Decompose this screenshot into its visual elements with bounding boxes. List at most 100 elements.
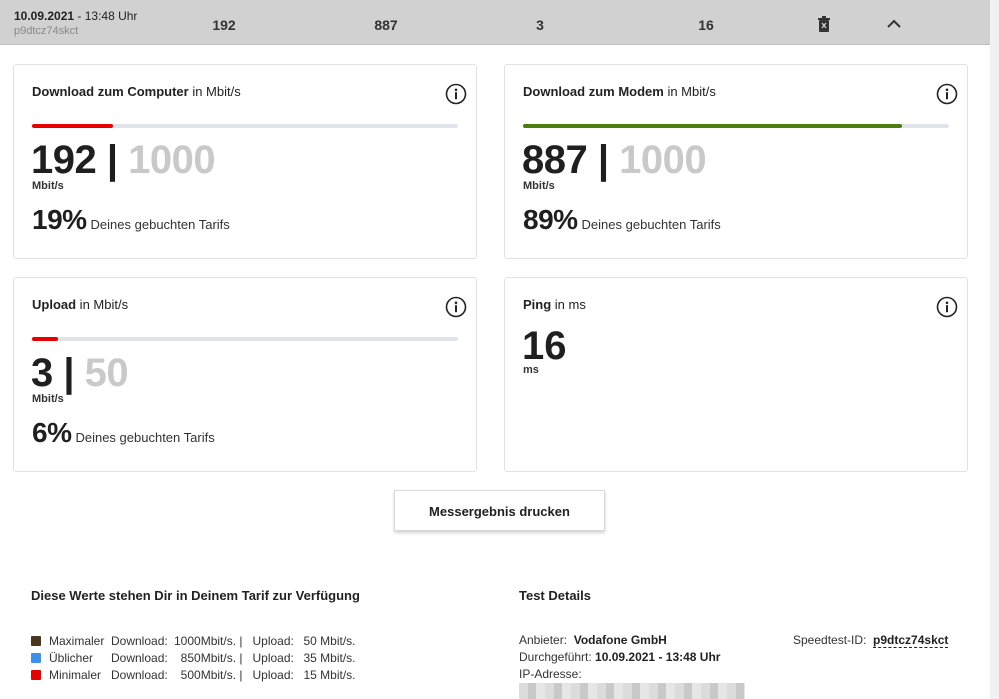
progress-bar bbox=[32, 124, 458, 128]
card-title-bold: Download zum Modem bbox=[523, 84, 664, 99]
upload-label: Upload: bbox=[252, 633, 294, 648]
speed-value: 192 | 1000 bbox=[31, 138, 216, 183]
scrollbar[interactable] bbox=[990, 0, 999, 699]
info-icon[interactable] bbox=[936, 83, 958, 105]
provider-row: Anbieter: Vodafone GmbH bbox=[519, 632, 720, 649]
trash-icon[interactable] bbox=[817, 16, 831, 32]
card-title-unit: in Mbit/s bbox=[188, 84, 241, 99]
percent-label: Deines gebuchten Tarifs bbox=[90, 217, 230, 232]
ip-address-redacted bbox=[519, 683, 745, 699]
details-section-title: Test Details bbox=[519, 588, 592, 603]
download-label: Download: bbox=[111, 667, 168, 682]
ping-unit: ms bbox=[523, 364, 539, 376]
percent-value: 19% bbox=[32, 204, 87, 235]
percent-label: Deines gebuchten Tarifs bbox=[75, 430, 215, 445]
percent-value: 6% bbox=[32, 417, 72, 448]
percent-row: 6% Deines gebuchten Tarifs bbox=[32, 417, 215, 449]
header-ping: 16 bbox=[698, 17, 714, 33]
progress-bar bbox=[32, 337, 458, 341]
measured-value: 3 bbox=[31, 351, 53, 395]
chevron-up-icon[interactable] bbox=[885, 16, 903, 30]
header-upload: 3 bbox=[536, 17, 544, 33]
card-title-bold: Upload bbox=[32, 297, 77, 312]
info-icon[interactable] bbox=[445, 296, 467, 318]
ping-value: 16 bbox=[522, 324, 567, 368]
card-title-bold: Ping bbox=[523, 297, 552, 312]
upload-label: Upload: bbox=[252, 667, 294, 682]
measured-value: 887 bbox=[522, 138, 588, 182]
progress-bar bbox=[523, 124, 949, 128]
card-title: Download zum Computer in Mbit/s bbox=[32, 84, 241, 99]
speed-unit: Mbit/s bbox=[32, 180, 64, 192]
tarif-section-title: Diese Werte stehen Dir in Deinem Tarif z… bbox=[31, 588, 360, 603]
download-label: Download: bbox=[111, 650, 168, 665]
max-value: 1000 bbox=[619, 138, 707, 182]
download-label: Download: bbox=[111, 633, 168, 648]
print-result-button[interactable]: Messergebnis drucken bbox=[394, 490, 605, 531]
speed-unit: Mbit/s bbox=[32, 393, 64, 405]
download-value: 850Mbit/s. | bbox=[180, 650, 243, 665]
percent-value: 89% bbox=[523, 204, 578, 235]
card-title-bold: Download zum Computer bbox=[32, 84, 189, 99]
card-upload: Upload in Mbit/s 3 | 50 Mbit/s 6% Deines … bbox=[13, 277, 477, 472]
tarif-name: Üblicher bbox=[49, 650, 94, 665]
card-title-unit: in Mbit/s bbox=[663, 84, 716, 99]
upload-label: Upload: bbox=[252, 650, 294, 665]
tarif-table: Maximaler Download: 1000Mbit/s. | Upload… bbox=[31, 632, 356, 683]
speedtest-id-row: Speedtest-ID: p9dtcz74skct bbox=[793, 632, 949, 649]
card-download-computer: Download zum Computer in Mbit/s 192 | 10… bbox=[13, 64, 477, 259]
max-value: 50 bbox=[84, 351, 129, 395]
speedtest-id-value[interactable]: p9dtcz74skct bbox=[873, 633, 949, 648]
result-header-row[interactable]: 10.09.2021 - 13:48 Uhr p9dtcz74skct 192 … bbox=[0, 0, 990, 45]
progress-bar-fill bbox=[32, 337, 58, 341]
header-download-computer: 192 bbox=[212, 17, 236, 33]
tarif-row-maximal: Maximaler Download: 1000Mbit/s. | Upload… bbox=[31, 632, 356, 649]
ip-label: IP-Adresse: bbox=[519, 667, 582, 681]
performed-label: Durchgeführt: bbox=[519, 650, 592, 664]
card-title: Ping in ms bbox=[523, 297, 586, 312]
header-test-id: p9dtcz74skct bbox=[14, 25, 79, 37]
card-title: Upload in Mbit/s bbox=[32, 297, 128, 312]
legend-swatch bbox=[31, 670, 41, 681]
test-details: Anbieter: Vodafone GmbH Durchgeführt: 10… bbox=[519, 632, 720, 683]
percent-label: Deines gebuchten Tarifs bbox=[581, 217, 721, 232]
percent-row: 19% Deines gebuchten Tarifs bbox=[32, 204, 230, 236]
tarif-name: Minimaler bbox=[49, 667, 102, 682]
upload-value: 35 Mbit/s. bbox=[303, 650, 356, 665]
provider-value: Vodafone GmbH bbox=[573, 633, 667, 647]
card-download-modem: Download zum Modem in Mbit/s 887 | 1000 … bbox=[504, 64, 968, 259]
value-separator: | bbox=[52, 351, 85, 395]
performed-row: Durchgeführt: 10.09.2021 - 13:48 Uhr bbox=[519, 649, 720, 666]
progress-bar-fill bbox=[523, 124, 903, 128]
speed-value: 887 | 1000 bbox=[522, 138, 707, 183]
card-title: Download zum Modem in Mbit/s bbox=[523, 84, 716, 99]
legend-swatch bbox=[31, 653, 41, 664]
provider-label: Anbieter: bbox=[519, 633, 568, 647]
speedtest-id-label: Speedtest-ID: bbox=[793, 633, 867, 647]
header-datetime: 10.09.2021 - 13:48 Uhr bbox=[14, 9, 137, 23]
speed-value: 3 | 50 bbox=[31, 351, 129, 396]
header-time: - 13:48 Uhr bbox=[74, 9, 138, 23]
ip-row: IP-Adresse: bbox=[519, 666, 720, 683]
header-download-modem: 887 bbox=[374, 17, 398, 33]
legend-swatch bbox=[31, 636, 41, 647]
value-separator: | bbox=[96, 138, 129, 182]
max-value: 1000 bbox=[128, 138, 216, 182]
header-date: 10.09.2021 bbox=[14, 9, 75, 23]
card-ping: Ping in ms 16 ms bbox=[504, 277, 968, 472]
upload-value: 50 Mbit/s. bbox=[303, 633, 356, 648]
speed-unit: Mbit/s bbox=[523, 180, 555, 192]
value-separator: | bbox=[587, 138, 620, 182]
card-title-unit: in Mbit/s bbox=[76, 297, 129, 312]
download-value: 500Mbit/s. | bbox=[180, 667, 243, 682]
percent-row: 89% Deines gebuchten Tarifs bbox=[523, 204, 721, 236]
tarif-row-minimal: Minimaler Download: 500Mbit/s. | Upload:… bbox=[31, 666, 356, 683]
tarif-name: Maximaler bbox=[49, 633, 105, 648]
info-icon[interactable] bbox=[936, 296, 958, 318]
performed-value: 10.09.2021 - 13:48 Uhr bbox=[595, 650, 721, 664]
info-icon[interactable] bbox=[445, 83, 467, 105]
tarif-row-ueblich: Üblicher Download: 850Mbit/s. | Upload: … bbox=[31, 649, 356, 666]
card-title-unit: in ms bbox=[551, 297, 586, 312]
download-value: 1000Mbit/s. | bbox=[174, 633, 243, 648]
progress-bar-fill bbox=[32, 124, 113, 128]
